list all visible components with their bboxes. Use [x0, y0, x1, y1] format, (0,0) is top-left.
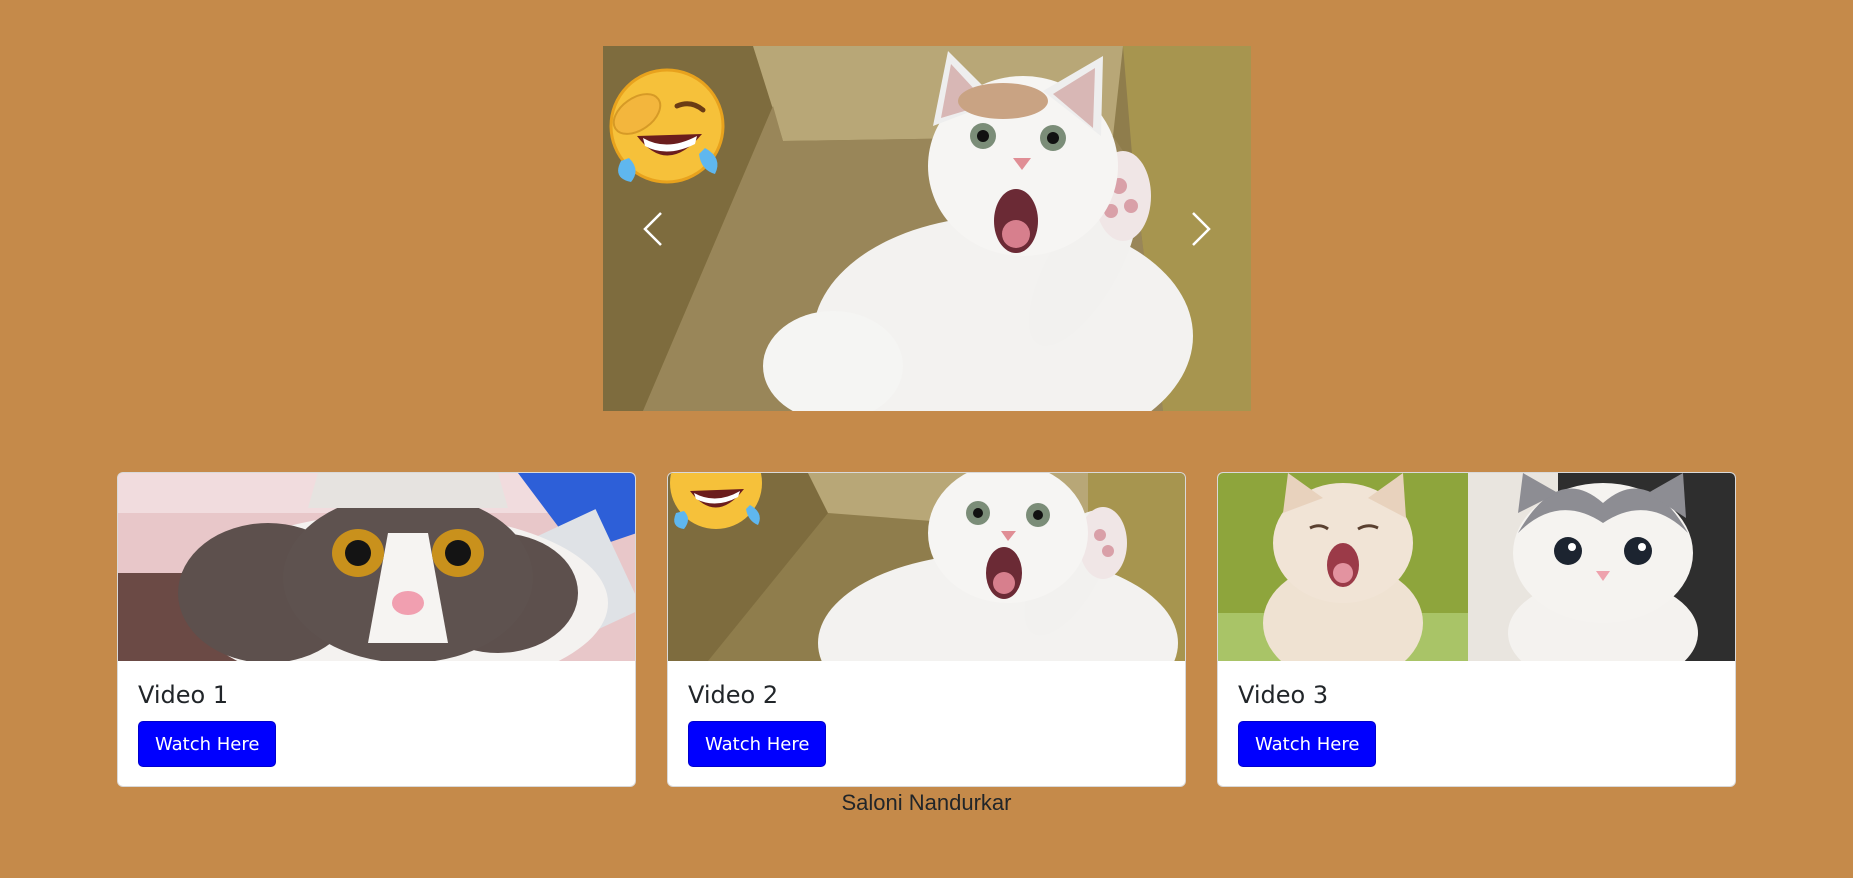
video-card: Video 3 Watch Here: [1217, 472, 1736, 787]
image-carousel: [603, 46, 1251, 411]
video-title: Video 2: [688, 681, 779, 709]
carousel-prev-button[interactable]: [603, 46, 703, 411]
watch-here-button[interactable]: Watch Here: [138, 721, 277, 767]
video-title: Video 3: [1238, 681, 1329, 709]
video-1-thumbnail: [118, 473, 635, 661]
carousel-next-button[interactable]: [1151, 46, 1251, 411]
video-card: Video 2 Watch Here: [667, 472, 1186, 787]
video-card: Video 1 Watch Here: [117, 472, 636, 787]
watch-here-button[interactable]: Watch Here: [688, 721, 827, 767]
watch-here-button[interactable]: Watch Here: [1238, 721, 1377, 767]
video-title: Video 1: [138, 681, 229, 709]
footer-author: Saloni Nandurkar: [841, 790, 1012, 815]
video-2-thumbnail: [668, 473, 1185, 661]
chevron-left-icon: [643, 211, 662, 246]
video-3-thumbnail: [1218, 473, 1735, 661]
chevron-right-icon: [1192, 211, 1211, 246]
